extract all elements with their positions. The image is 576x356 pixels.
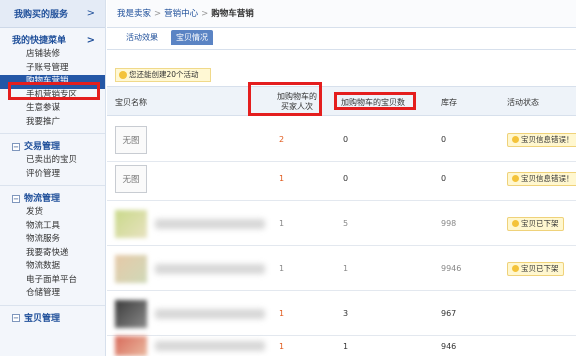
status-badge[interactable]: 宝贝已下架 bbox=[507, 216, 564, 231]
collapse-icon[interactable]: − bbox=[12, 314, 20, 322]
status-badge[interactable]: 宝贝已下架 bbox=[507, 261, 564, 276]
sidebar-item-mobile-marketing[interactable]: 手机营销专区 bbox=[0, 89, 105, 103]
trade-section: − 交易管理 已卖出的宝贝 评价管理 bbox=[0, 134, 105, 186]
sidebar-item-reviews[interactable]: 评价管理 bbox=[0, 168, 105, 182]
purchased-services-label: 我购买的服务 bbox=[14, 10, 69, 20]
sidebar-item-promotion[interactable]: 我要推广 bbox=[0, 116, 105, 130]
stock-value: 998 bbox=[441, 219, 457, 228]
logistics-section-title[interactable]: − 物流管理 bbox=[0, 192, 105, 206]
items-section-label: 宝贝管理 bbox=[24, 313, 61, 324]
col-cart-items: 加购物车的宝贝数 bbox=[341, 97, 405, 107]
sidebar-item-logistics-data[interactable]: 物流数据 bbox=[0, 260, 105, 274]
main-content: 我是卖家 > 营销中心 > 购物车营销 活动效果 宝贝情况 您还能创建20个活动 宝贝名… bbox=[107, 0, 576, 356]
tab-activity-effect[interactable]: 活动效果 bbox=[121, 30, 163, 45]
status-text: 宝贝信息错误！ bbox=[521, 173, 574, 183]
collapse-icon[interactable]: − bbox=[12, 194, 20, 203]
purchased-services-header[interactable]: 我购买的服务 > bbox=[0, 0, 105, 28]
table-row: 1 3 967 bbox=[107, 291, 576, 336]
table-row: 无图 1 0 0 宝贝信息错误！ bbox=[107, 156, 576, 201]
sidebar-item-ship[interactable]: 发货 bbox=[0, 206, 105, 220]
sidebar-item-business-advisor[interactable]: 生意参谋 bbox=[0, 102, 105, 116]
quick-menu-title-text: 我的快捷菜单 bbox=[12, 36, 67, 46]
cart-items-value: 1 bbox=[343, 264, 349, 273]
blurred-product-title[interactable] bbox=[155, 263, 265, 274]
table-row: 1 1 9946 宝贝已下架 bbox=[107, 246, 576, 291]
cart-items-value: 0 bbox=[343, 174, 349, 183]
product-thumbnail[interactable] bbox=[115, 336, 147, 356]
sidebar-item-send-express[interactable]: 我要寄快递 bbox=[0, 247, 105, 261]
sidebar-item-sold-items[interactable]: 已卖出的宝贝 bbox=[0, 154, 105, 168]
sidebar-item-e-waybill[interactable]: 电子面单平台 bbox=[0, 274, 105, 288]
sidebar-item-warehouse[interactable]: 仓储管理 bbox=[0, 287, 105, 301]
product-thumbnail[interactable] bbox=[115, 299, 147, 328]
tab-bar: 活动效果 宝贝情况 bbox=[107, 28, 576, 50]
items-section: − 宝贝管理 bbox=[0, 306, 105, 330]
col-activity-status: 活动状态 bbox=[507, 97, 539, 107]
items-section-title[interactable]: − 宝贝管理 bbox=[0, 312, 105, 326]
sidebar-item-shop-decoration[interactable]: 店铺装修 bbox=[0, 48, 105, 62]
sidebar-item-logistics-service[interactable]: 物流服务 bbox=[0, 233, 105, 247]
no-image-thumbnail[interactable]: 无图 bbox=[115, 164, 147, 193]
col-cart-buyers: 加购物车的买家人次 bbox=[277, 92, 317, 111]
no-image-thumbnail[interactable]: 无图 bbox=[115, 125, 147, 154]
breadcrumb-marketing[interactable]: 营销中心 bbox=[164, 9, 198, 19]
cart-buyers-value: 1 bbox=[279, 341, 285, 351]
status-text: 宝贝信息错误！ bbox=[521, 134, 574, 144]
lightbulb-icon bbox=[119, 71, 127, 79]
sidebar-item-sub-accounts[interactable]: 子账号管理 bbox=[0, 62, 105, 76]
chevron-right-icon[interactable]: > bbox=[87, 34, 95, 48]
cart-buyers-value: 1 bbox=[279, 219, 285, 228]
lightbulb-icon bbox=[512, 175, 519, 182]
logistics-section: − 物流管理 发货 物流工具 物流服务 我要寄快递 物流数据 电子面单平台 仓储管… bbox=[0, 186, 105, 306]
cart-buyers-value: 1 bbox=[279, 264, 285, 273]
table-header: 宝贝名称 加购物车的买家人次 加购物车的宝贝数 库存 活动状态 bbox=[107, 86, 576, 116]
cart-buyers-value: 1 bbox=[279, 309, 285, 318]
stock-value: 967 bbox=[441, 309, 457, 318]
notice-text: 您还能创建20个活动 bbox=[129, 70, 199, 79]
cart-items-value: 3 bbox=[343, 309, 349, 318]
status-badge[interactable]: 宝贝信息错误！ bbox=[507, 171, 576, 186]
blurred-product-title[interactable] bbox=[155, 218, 265, 229]
status-text: 宝贝已下架 bbox=[521, 218, 559, 228]
lightbulb-icon bbox=[512, 136, 519, 143]
logistics-section-label: 物流管理 bbox=[24, 194, 61, 204]
cart-buyers-value: 1 bbox=[279, 174, 285, 183]
quick-menu: 我的快捷菜单 > 店铺装修 子账号管理 购物车营销 手机营销专区 生意参谋 我要… bbox=[0, 28, 105, 134]
sidebar: 我购买的服务 > 我的快捷菜单 > 店铺装修 子账号管理 购物车营销 手机营销专… bbox=[0, 0, 106, 356]
activity-notice: 您还能创建20个活动 bbox=[115, 68, 211, 82]
collapse-icon[interactable]: − bbox=[12, 142, 20, 151]
col-stock: 库存 bbox=[441, 97, 457, 107]
breadcrumb-current: 购物车营销 bbox=[211, 9, 254, 19]
col-item-name: 宝贝名称 bbox=[115, 97, 147, 107]
stock-value: 9946 bbox=[441, 264, 462, 273]
product-thumbnail[interactable] bbox=[115, 209, 147, 238]
quick-menu-title: 我的快捷菜单 > bbox=[0, 34, 105, 48]
breadcrumb-separator: > bbox=[201, 9, 209, 19]
trade-section-title[interactable]: − 交易管理 bbox=[0, 140, 105, 154]
blurred-product-title[interactable] bbox=[155, 308, 265, 319]
lightbulb-icon bbox=[512, 265, 519, 272]
blurred-product-title[interactable] bbox=[155, 341, 265, 351]
breadcrumb-seller[interactable]: 我是卖家 bbox=[117, 9, 151, 19]
sidebar-item-cart-marketing[interactable]: 购物车营销 bbox=[0, 75, 105, 89]
breadcrumb-separator: > bbox=[154, 9, 162, 19]
status-text: 宝贝已下架 bbox=[521, 263, 559, 273]
product-thumbnail[interactable] bbox=[115, 254, 147, 283]
chevron-right-icon[interactable]: > bbox=[87, 8, 95, 19]
table-row: 1 1 946 bbox=[107, 336, 576, 356]
stock-value: 0 bbox=[441, 174, 447, 183]
stock-value: 946 bbox=[441, 341, 457, 351]
breadcrumb: 我是卖家 > 营销中心 > 购物车营销 bbox=[107, 0, 576, 28]
tab-item-status[interactable]: 宝贝情况 bbox=[171, 30, 213, 45]
lightbulb-icon bbox=[512, 220, 519, 227]
sidebar-item-logistics-tools[interactable]: 物流工具 bbox=[0, 220, 105, 234]
trade-section-label: 交易管理 bbox=[24, 142, 61, 152]
cart-items-value: 5 bbox=[343, 219, 349, 228]
table-row: 1 5 998 宝贝已下架 bbox=[107, 201, 576, 246]
status-badge[interactable]: 宝贝信息错误！ bbox=[507, 132, 576, 147]
cart-items-value: 1 bbox=[343, 341, 349, 351]
